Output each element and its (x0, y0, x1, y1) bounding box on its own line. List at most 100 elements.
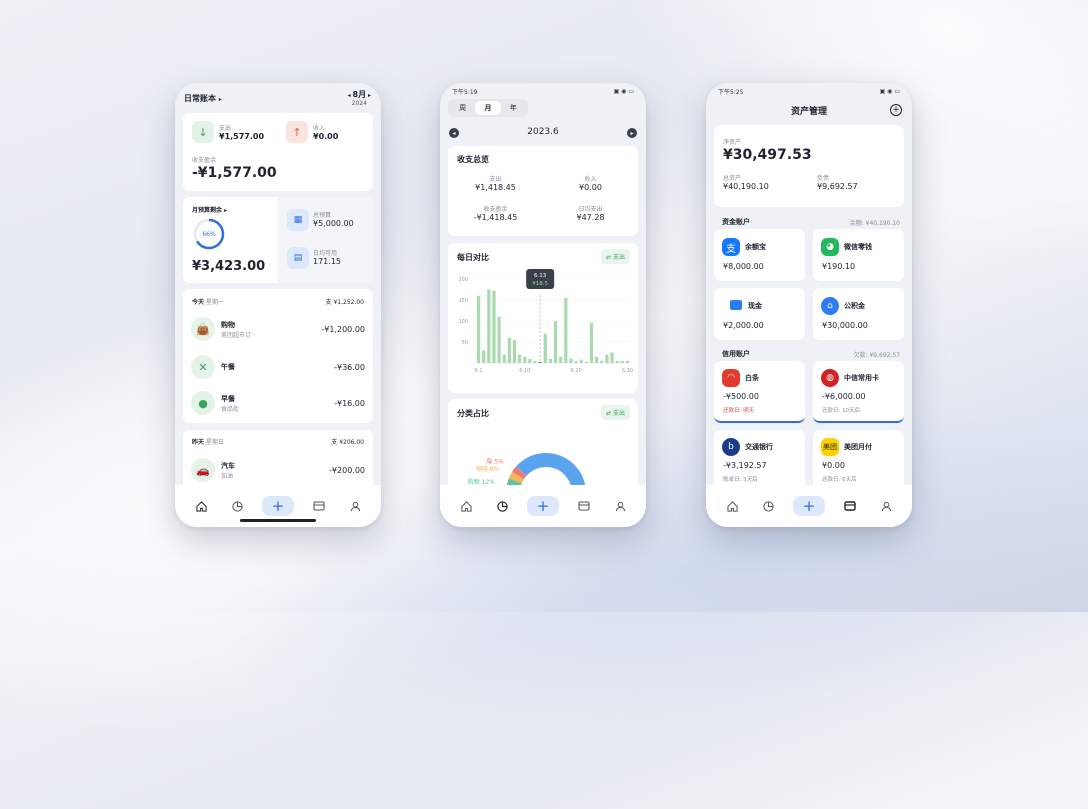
category-donut-chart: 购物 12%咖啡 6%每 5% (468, 453, 586, 489)
alipay-icon: 支 (722, 238, 740, 256)
account-card[interactable]: 现金 ¥2,000.00 (714, 288, 805, 340)
fund-section-title: 资金账户 (722, 218, 750, 226)
net-assets-card: 净资产 ¥30,497.53 总资产 ¥40,190.10 负债 ¥9,692.57 (714, 125, 904, 207)
card-icon[interactable] (308, 495, 330, 517)
chart-pie-icon[interactable] (757, 495, 779, 517)
bar (533, 360, 537, 363)
tab-month[interactable]: 月 (475, 101, 501, 115)
account-card[interactable]: ◍ 中信常用卡 -¥6,000.00 还款日: 10天后 (813, 361, 904, 423)
bar (615, 360, 619, 363)
bar (492, 290, 496, 363)
arrow-up-icon: ↑ (286, 121, 308, 143)
bocom-icon: b (722, 438, 740, 456)
slice-label: 咖啡 6% (476, 465, 500, 473)
bar (564, 297, 568, 363)
utensils-icon: ✕ (191, 355, 215, 379)
chart-pie-icon[interactable] (226, 495, 248, 517)
account-card[interactable]: ◕ 微信零钱 ¥190.10 (813, 229, 904, 281)
tab-week[interactable]: 周 (450, 101, 475, 115)
wallet-icon (730, 300, 742, 310)
summary-card: 收支总览 支出 ¥1,418.45 收入 ¥0.00 收支盈余 -¥1,418.45 … (448, 146, 638, 236)
account-card[interactable]: ⌂ 公积金 ¥30,000.00 (813, 288, 904, 340)
y-tick-label: 150 (458, 298, 468, 304)
house-icon: ⌂ (821, 297, 839, 315)
list-item[interactable]: ✕ 午餐 -¥36.00 (191, 355, 365, 379)
bar (507, 337, 511, 363)
x-tick-label: 6.1 (475, 368, 483, 374)
meituan-icon: 美团 (821, 438, 839, 456)
status-bar: 下午5:19 ▣ ◉ ▭ (452, 87, 634, 96)
bar (528, 358, 532, 363)
account-card[interactable]: ◠ 白条 -¥500.00 还款日: 明天 (714, 361, 805, 423)
list-item[interactable]: 🚗 汽车 加油 -¥200.00 (191, 458, 365, 482)
slice-label: 每 5% (486, 458, 504, 466)
bar (482, 350, 486, 363)
budget-card: 月预算剩余 ▸ 66% ¥3,423.00 ▦ 总预算 ¥5,000.00 ▤ 日… (183, 197, 373, 283)
credit-section-title: 信用账户 (722, 350, 750, 358)
tab-bar: + (706, 485, 912, 527)
bar (476, 295, 481, 363)
x-tick-label: 6.30 (622, 368, 633, 374)
home-indicator (240, 519, 316, 522)
wechat-icon: ◕ (821, 238, 839, 256)
today-total: 支 ¥1,252.00 (325, 299, 364, 306)
account-card[interactable]: 支 余额宝 ¥8,000.00 (714, 229, 805, 281)
account-card[interactable]: b 交通银行 -¥3,192.57 账单日: 5天后 (714, 430, 805, 492)
bar (502, 354, 506, 363)
list-item[interactable]: ● 早餐 食品街 -¥16.00 (191, 391, 365, 415)
bar (625, 360, 630, 363)
calculator-icon: ▦ (287, 209, 309, 231)
car-icon: 🚗 (191, 458, 215, 482)
bar (600, 360, 604, 363)
page-title: 资产管理 (790, 107, 827, 117)
bar (579, 359, 583, 363)
calendar-icon: ▤ (287, 247, 309, 269)
bar (487, 289, 491, 363)
home-icon[interactable] (721, 495, 743, 517)
bar (605, 354, 609, 363)
home-icon[interactable] (455, 495, 477, 517)
tab-bar: + (440, 485, 646, 527)
category-card: 分类占比 ⇄ 支出 购物 12% 咖啡 6% 每 5% (448, 399, 638, 489)
bar (610, 352, 614, 363)
y-tick-label: 200 (458, 277, 468, 283)
card-icon[interactable] (573, 495, 595, 517)
user-icon[interactable] (344, 495, 366, 517)
budget-title[interactable]: 月预算剩余 ▸ (192, 205, 227, 214)
tab-year[interactable]: 年 (501, 101, 526, 115)
yesterday-list: 昨天 星期日 支 ¥206.00 🚗 汽车 加油 -¥200.00 (183, 430, 373, 490)
bar (548, 358, 553, 363)
list-item[interactable]: 👜 购物 美团超市订 -¥1,200.00 (191, 317, 365, 341)
budget-ring: 66% (193, 218, 225, 250)
home-icon[interactable] (190, 495, 212, 517)
add-account-button[interactable]: + (890, 104, 902, 116)
user-icon[interactable] (875, 495, 897, 517)
month-picker[interactable]: ◂ 8月 ▸ 2024 (348, 89, 371, 107)
bar (497, 316, 501, 363)
y-tick-label: 100 (458, 319, 468, 325)
phone-ledger: 日常账本 ▸ ◂ 8月 ▸ 2024 ↓ 支出 ¥1,577.00 ↑ 收入 ¥0.… (175, 83, 381, 527)
status-bar: 下午5:25 ▣ ◉ ▭ (718, 87, 900, 96)
ledger-title[interactable]: 日常账本 ▸ (184, 93, 222, 104)
bar (518, 354, 522, 363)
toggle-category-button[interactable]: ⇄ 支出 (601, 405, 630, 420)
daily-bar-chart: 200 150 100 50 6.1 6.10 6.20 6.30 6.13 ¥18.5 (458, 269, 633, 374)
citic-icon: ◍ (821, 369, 839, 387)
bar (553, 321, 558, 363)
balance-value: -¥1,577.00 (192, 165, 277, 181)
y-tick-label: 50 (462, 340, 468, 346)
next-period-button[interactable]: ▸ (627, 128, 637, 138)
user-icon[interactable] (609, 495, 631, 517)
phone-assets: 下午5:25 ▣ ◉ ▭ 资产管理 + 净资产 ¥30,497.53 总资产 ¥40… (706, 83, 912, 527)
add-button[interactable]: + (527, 496, 559, 516)
account-card[interactable]: 美团 美团月付 ¥0.00 还款日: 6天后 (813, 430, 904, 492)
card-icon[interactable] (839, 495, 861, 517)
add-button[interactable]: + (262, 496, 294, 516)
add-button[interactable]: + (793, 496, 825, 516)
bar (569, 358, 573, 363)
arrow-down-icon: ↓ (192, 121, 214, 143)
toggle-expense-button[interactable]: ⇄ 支出 (601, 249, 630, 264)
daily-chart-card: 每日对比 ⇄ 支出 200 150 100 50 6.1 6.10 6.20 6.30 6.13… (448, 243, 638, 393)
shopping-bag-icon: 👜 (191, 317, 215, 341)
chart-pie-icon[interactable] (491, 495, 513, 517)
